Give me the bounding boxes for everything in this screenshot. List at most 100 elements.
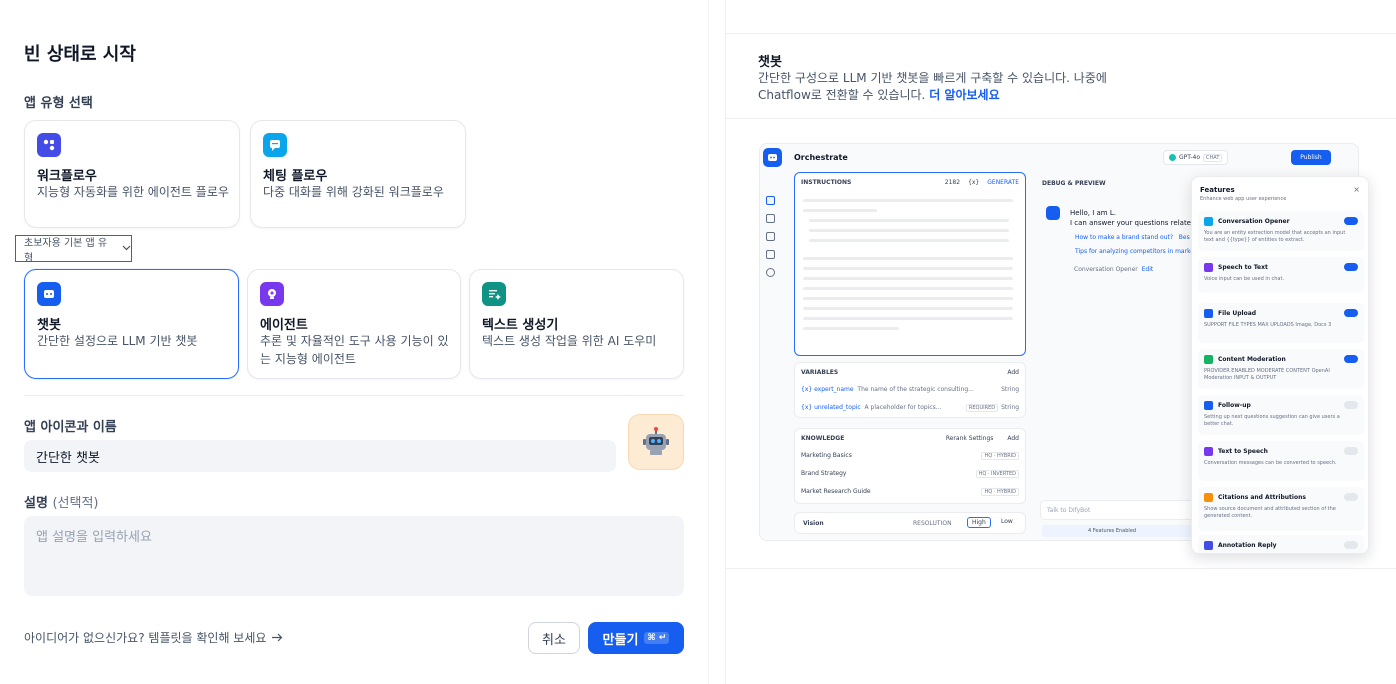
knowledge-row: Marketing Basics HQ · HYBRID	[801, 449, 1019, 462]
file-upload-icon	[1204, 309, 1213, 318]
feature-title: Annotation Reply	[1218, 542, 1277, 549]
preview-desc: 간단한 구성으로 LLM 기반 챗봇을 빠르게 구축할 수 있습니다. 나중에 …	[758, 70, 1158, 104]
opener-note: Conversation Opener Edit	[1074, 266, 1153, 273]
variable-row: {x} expert_name The name of the strategi…	[801, 383, 1019, 396]
feature-title: Conversation Opener	[1218, 218, 1290, 225]
knowledge-name: Market Research Guide	[801, 488, 871, 495]
card-title: 텍스트 생성기	[482, 318, 559, 333]
feature-item: Annotation Reply	[1198, 535, 1364, 553]
generate-link: GENERATE	[987, 179, 1019, 186]
knowledge-name: Brand Strategy	[801, 470, 847, 477]
debug-preview-label: DEBUG & PREVIEW	[1042, 180, 1106, 187]
text-line	[803, 277, 1013, 280]
text-line	[803, 297, 1013, 300]
text-line	[803, 209, 877, 212]
resolution-high: High	[967, 517, 991, 528]
variable-type: String	[1001, 386, 1019, 393]
agent-icon	[260, 282, 284, 306]
add-knowledge: Add	[1007, 435, 1019, 442]
text-line	[803, 287, 1013, 290]
preview-panel: 챗봇 간단한 구성으로 LLM 기반 챗봇을 빠르게 구축할 수 있습니다. 나…	[708, 0, 1396, 684]
bot-avatar-icon	[1046, 206, 1060, 220]
beginner-toggle-label: 초보자용 기본 앱 유형	[24, 237, 108, 264]
feature-title: Text to Speech	[1218, 448, 1268, 455]
feature-toggle	[1344, 541, 1358, 549]
card-title: 체팅 플로우	[263, 169, 328, 184]
knowledge-row: Market Research Guide HQ · HYBRID	[801, 485, 1019, 498]
suggested-question-text: How to make a brand stand out?	[1075, 234, 1174, 241]
variables-header: VARIABLES Add	[801, 369, 1019, 376]
feature-title: File Upload	[1218, 310, 1257, 317]
app-name-input[interactable]: 간단한 챗봇	[24, 440, 616, 472]
card-workflow[interactable]: 워크플로우 지능형 자동화를 위한 에이전트 플로우	[24, 120, 240, 228]
card-desc: 간단한 설정으로 LLM 기반 챗봇	[37, 334, 198, 348]
knowledge-tag: HQ · HYBRID	[981, 451, 1019, 460]
bot-message-line: Hello, I am L.	[1070, 209, 1116, 217]
feature-title: Speech to Text	[1218, 264, 1268, 271]
bot-message-line: I can answer your questions related	[1070, 219, 1196, 227]
feature-toggle	[1344, 309, 1358, 317]
chevron-down-icon	[122, 243, 131, 254]
chatflow-icon	[263, 133, 287, 157]
mock-sidebar	[766, 176, 778, 286]
guide-line	[725, 33, 1396, 34]
card-desc: 추론 및 자율적인 도구 사용 기능이 있는 지능형 에이전트	[260, 334, 449, 366]
feature-desc: PROVIDER ENABLED MODERATE CONTENT OpenAI…	[1204, 368, 1330, 381]
features-subtitle: Enhance web app user experience	[1200, 196, 1287, 202]
rerank-settings: Rerank Settings	[945, 435, 994, 442]
close-icon: ×	[1353, 185, 1360, 194]
card-text-generator[interactable]: 텍스트 생성기 텍스트 생성 작업을 위한 AI 도우미	[469, 269, 684, 379]
feature-item: Citations and Attributions Show source d…	[1198, 487, 1364, 531]
description-placeholder: 앱 설명을 입력하세요	[36, 530, 152, 545]
card-title: 워크플로우	[37, 169, 97, 184]
swap-icon	[766, 176, 775, 182]
icon-name-label: 앱 아이콘과 이름	[24, 420, 117, 435]
beginner-types-toggle[interactable]: 초보자용 기본 앱 유형	[15, 235, 132, 264]
instructions-panel: INSTRUCTIONS 2182 {x} GENERATE	[794, 172, 1026, 356]
monitor-icon	[766, 268, 775, 277]
arrow-right-icon	[272, 631, 283, 645]
robot-icon[interactable]	[628, 414, 684, 470]
create-button[interactable]: 만들기 ⌘ ↵	[588, 622, 684, 654]
card-chatflow[interactable]: 체팅 플로우 다중 대화를 위해 강화된 워크플로우	[250, 120, 466, 228]
features-enabled-bar: 4 Features Enabled	[1042, 525, 1202, 537]
feature-desc: Conversation messages can be converted t…	[1204, 460, 1337, 466]
description-label-text: 설명	[24, 496, 48, 511]
instructions-count: 2182	[944, 179, 961, 186]
features-title: Features	[1200, 186, 1235, 194]
create-app-panel: 빈 상태로 시작 앱 유형 선택 워크플로우 지능형 자동화를 위한 에이전트 …	[0, 0, 708, 684]
knowledge-label: KNOWLEDGE	[801, 435, 845, 442]
knowledge-tag: HQ · HYBRID	[981, 487, 1019, 496]
model-name: GPT-4o	[1179, 154, 1201, 161]
guide-line	[725, 118, 1396, 119]
cancel-button[interactable]: 취소	[528, 622, 580, 654]
text-line	[803, 317, 1013, 320]
description-textarea[interactable]: 앱 설명을 입력하세요	[24, 516, 684, 596]
knowledge-panel: KNOWLEDGE Rerank Settings Add Marketing …	[794, 428, 1026, 504]
orchestrate-title: Orchestrate	[794, 153, 848, 162]
card-agent[interactable]: 에이전트 추론 및 자율적인 도구 사용 기능이 있는 지능형 에이전트	[247, 269, 461, 379]
model-tag: CHAT	[1203, 153, 1223, 162]
variable-name: {x} expert_name	[801, 386, 854, 393]
bot-message: Hello, I am L. I can answer your questio…	[1070, 208, 1195, 228]
card-chatbot[interactable]: 챗봇 간단한 설정으로 LLM 기반 챗봇	[24, 269, 239, 379]
learn-more-link[interactable]: 더 알아보세요	[929, 88, 999, 102]
guide-line	[725, 0, 726, 684]
suggested-question: Tips for analyzing competitors in marke	[1075, 248, 1195, 255]
guide-line	[725, 568, 1396, 569]
feature-desc: Show source document and attributed sect…	[1204, 506, 1336, 519]
knowledge-row: Brand Strategy HQ · INVERTED	[801, 467, 1019, 480]
feature-title: Citations and Attributions	[1218, 494, 1306, 501]
feature-item: Text to Speech Conversation messages can…	[1198, 441, 1364, 481]
card-title: 챗봇	[37, 318, 61, 333]
feature-item: Follow-up Setting up next questions sugg…	[1198, 395, 1364, 435]
card-desc: 다중 대화를 위해 강화된 워크플로우	[263, 185, 444, 199]
preview-title: 챗봇	[758, 55, 782, 70]
text-line	[803, 327, 899, 330]
variable-hint: The name of the strategic consulting...	[857, 386, 974, 393]
instructions-label: INSTRUCTIONS	[801, 179, 852, 186]
template-link[interactable]: 아이디어가 없으신가요? 템플릿을 확인해 보세요	[24, 629, 283, 646]
text-line	[809, 219, 1009, 222]
page-title: 빈 상태로 시작	[24, 44, 136, 65]
microphone-icon	[1204, 263, 1213, 272]
